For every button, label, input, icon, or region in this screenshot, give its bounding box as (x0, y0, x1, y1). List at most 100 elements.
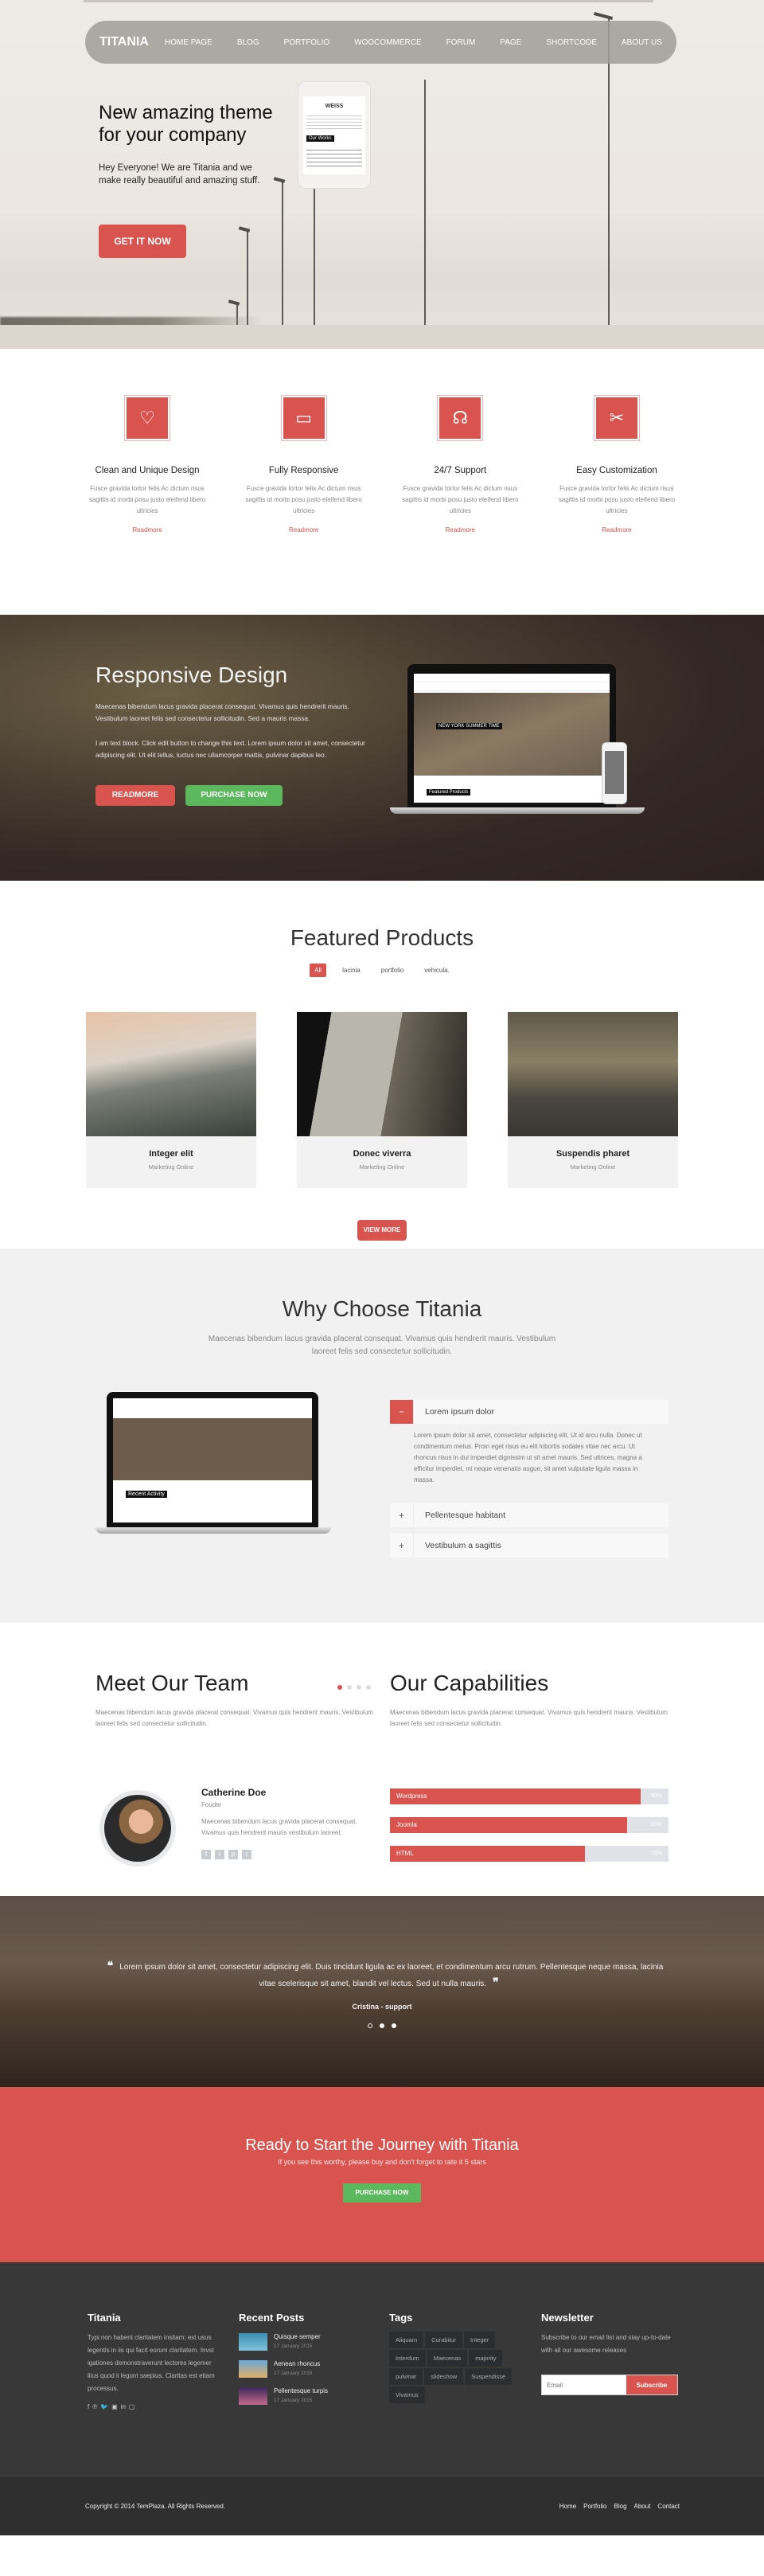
post-thumbnail[interactable] (239, 2333, 267, 2351)
accordion-title[interactable]: Vestibulum a sagittis (414, 1541, 501, 1550)
twitter-icon[interactable]: t (215, 1850, 224, 1859)
post-thumbnail[interactable] (239, 2387, 267, 2405)
skill-bar: Joomla 85% (390, 1817, 668, 1833)
product-filters: All lacinia portfolio vehicula. (0, 964, 764, 977)
post-title[interactable]: Pellentesque turpis (274, 2387, 328, 2394)
tag[interactable]: majority (469, 2350, 503, 2367)
slider-dot[interactable] (380, 2023, 384, 2028)
phone-mockup: WEISS Our Works (298, 81, 371, 189)
member-avatar (99, 1790, 176, 1867)
feature-text: Fusce gravida tortor felis Ac dictum ris… (88, 485, 206, 514)
team-member-card: Catherine Doe Fouder Maecenas bibendum l… (201, 1787, 361, 1859)
product-card[interactable]: Integer elit Marketing Online (86, 1012, 256, 1188)
tag[interactable]: Suspendisse (465, 2368, 513, 2385)
nav-item-portfolio[interactable]: PORTFOLIO (284, 38, 330, 47)
pinterest-icon[interactable]: ℗ (92, 2403, 97, 2410)
accordion-item[interactable]: + Pellentesque habitant (390, 1503, 668, 1527)
filter-tab-vehicula[interactable]: vehicula. (419, 964, 454, 977)
expand-icon[interactable]: + (390, 1534, 414, 1558)
slider-dot[interactable] (357, 1685, 361, 1690)
linkedin-icon[interactable]: in (121, 2403, 126, 2410)
product-card[interactable]: Donec viverra Marketing Online (297, 1012, 467, 1188)
view-more-button[interactable]: VIEW MORE (357, 1220, 407, 1241)
tag[interactable]: Maecenas (427, 2350, 468, 2367)
slider-dot[interactable] (366, 1685, 371, 1690)
slider-dot[interactable] (368, 2023, 372, 2028)
hero-lead: Hey Everyone! We are Titania and we make… (99, 163, 260, 186)
slider-dot[interactable] (347, 1685, 352, 1690)
product-image[interactable] (86, 1012, 256, 1136)
slider-dot[interactable] (392, 2023, 396, 2028)
tumblr-icon[interactable]: t (242, 1850, 251, 1859)
tag[interactable]: Vivamus (389, 2386, 425, 2403)
footer-link-about[interactable]: About (634, 2503, 651, 2510)
product-image[interactable] (297, 1012, 467, 1136)
recent-post[interactable]: Aenean rhoncus 17 January 2015 (239, 2360, 328, 2378)
expand-icon[interactable]: + (390, 1503, 414, 1527)
facebook-icon[interactable]: f (88, 2403, 89, 2410)
readmore-link[interactable]: Readmore (392, 526, 528, 534)
filter-tab-all[interactable]: All (310, 964, 327, 977)
close-quote-icon: ❞ (493, 1976, 499, 1988)
accordion-item[interactable]: − Lorem ipsum dolor (390, 1400, 668, 1424)
accordion-title[interactable]: Pellentesque habitant (414, 1511, 505, 1520)
feature-title: 24/7 Support (434, 466, 487, 475)
nav-item-forum[interactable]: FORUM (446, 38, 476, 47)
vimeo-icon[interactable]: ▢ (129, 2403, 135, 2410)
product-name[interactable]: Suspendis pharet (508, 1149, 678, 1159)
recent-post[interactable]: Pellentesque turpis 17 January 2015 (239, 2387, 328, 2405)
footer-link-home[interactable]: Home (559, 2503, 576, 2510)
readmore-link[interactable]: Readmore (236, 526, 372, 534)
email-input[interactable] (542, 2375, 626, 2394)
purchase-now-button[interactable]: PURCHASE NOW (185, 785, 283, 806)
capabilities-title: Our Capabilities (390, 1671, 549, 1695)
pinterest-icon[interactable]: p (228, 1850, 238, 1859)
subscribe-button[interactable]: Subscribe (626, 2375, 677, 2394)
nav-item-home-page[interactable]: HOME PAGE (165, 38, 212, 47)
footer-link-blog[interactable]: Blog (614, 2503, 627, 2510)
product-name[interactable]: Donec viverra (297, 1149, 467, 1159)
tag[interactable]: Aliquam (389, 2332, 424, 2348)
facebook-icon[interactable]: f (201, 1850, 211, 1859)
accordion-item[interactable]: + Vestibulum a sagittis (390, 1534, 668, 1558)
product-category: Marketing Online (570, 1163, 616, 1171)
site-logo[interactable]: TITANIA (99, 35, 165, 49)
readmore-button[interactable]: READMORE (96, 785, 175, 806)
nav-item-page[interactable]: PAGE (500, 38, 521, 47)
post-title[interactable]: Aenean rhoncus (274, 2360, 320, 2367)
footer-link-contact[interactable]: Contact (657, 2503, 680, 2510)
cta-purchase-button[interactable]: PURCHASE NOW (343, 2183, 421, 2203)
nav-item-blog[interactable]: BLOG (237, 38, 259, 47)
readmore-link[interactable]: Readmore (80, 526, 215, 534)
readmore-link[interactable]: Readmore (549, 526, 684, 534)
phone-brand: WEISS (325, 104, 344, 109)
nav-item-about-us[interactable]: ABOUT US (622, 38, 662, 47)
collapse-icon[interactable]: − (390, 1400, 414, 1424)
tag[interactable]: Integer (463, 2332, 496, 2348)
tag[interactable]: Curabitur (425, 2332, 462, 2348)
accordion-title[interactable]: Lorem ipsum dolor (414, 1407, 494, 1417)
filter-tab-lacinia[interactable]: lacinia (337, 964, 365, 977)
footer-link-portfolio[interactable]: Portfolio (583, 2503, 606, 2510)
laptop-screen-caption: Recent Activity (126, 1491, 167, 1498)
twitter-icon[interactable]: 🐦 (100, 2403, 108, 2410)
product-card[interactable]: Suspendis pharet Marketing Online (508, 1012, 678, 1188)
post-thumbnail[interactable] (239, 2360, 267, 2378)
footer-recent-posts: Recent Posts Quisque semper 17 January 20… (239, 2312, 328, 2405)
tag[interactable]: Interdum (389, 2350, 426, 2367)
recent-post[interactable]: Quisque semper 17 January 2015 (239, 2333, 328, 2351)
slider-dot[interactable] (337, 1685, 342, 1690)
product-name[interactable]: Integer elit (86, 1149, 256, 1159)
main-navigation: TITANIA HOME PAGE BLOG PORTFOLIO WOOCOMMERC… (85, 21, 676, 64)
tag[interactable]: slideshow (424, 2368, 464, 2385)
laptop-base (96, 1527, 331, 1534)
product-image[interactable] (508, 1012, 678, 1136)
filter-tab-portfolio[interactable]: portfolio (376, 964, 408, 977)
featured-products-section: Featured Products All lacinia portfolio veh… (0, 881, 764, 1249)
instagram-icon[interactable]: ▣ (111, 2403, 118, 2410)
tag[interactable]: pulvinar (389, 2368, 423, 2385)
nav-item-woocommerce[interactable]: WOOCOMMERCE (354, 38, 421, 47)
get-it-now-button[interactable]: GET IT NOW (99, 225, 186, 258)
post-title[interactable]: Quisque semper (274, 2333, 321, 2340)
nav-item-shortcode[interactable]: SHORTCODE (546, 38, 597, 47)
